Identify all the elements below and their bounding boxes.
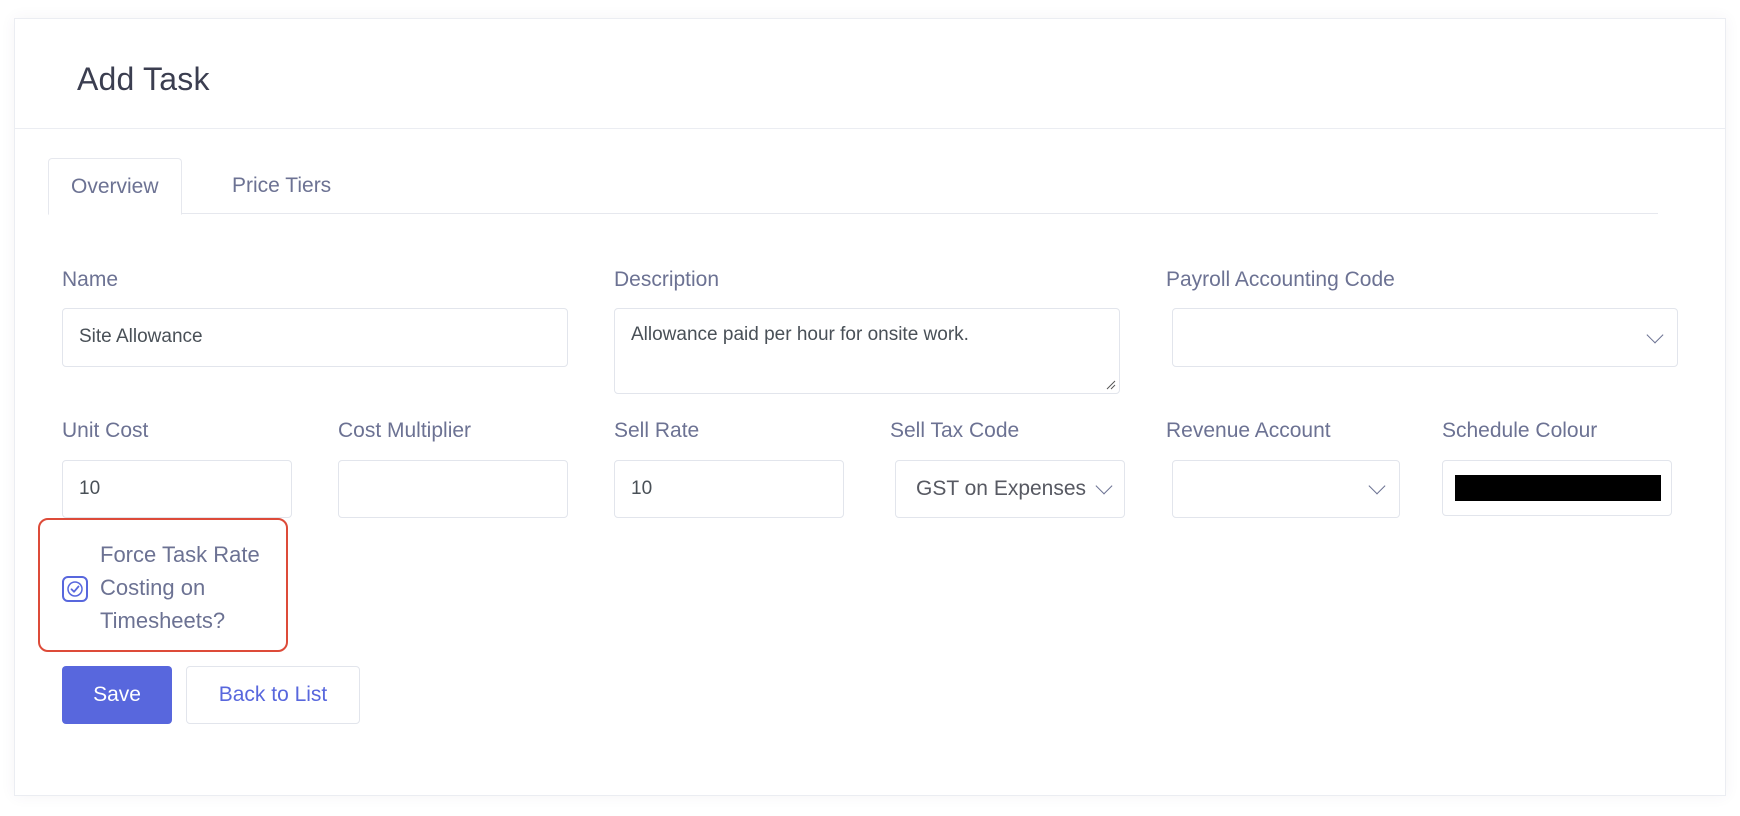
unit-cost-input[interactable]: 10 [62, 460, 292, 518]
description-label: Description [614, 268, 720, 291]
sell-tax-code-value: GST on Expenses [916, 477, 1087, 500]
colour-swatch [1455, 475, 1661, 501]
sell-rate-input[interactable]: 10 [614, 460, 844, 518]
sell-tax-code-select[interactable]: GST on Expenses [895, 460, 1125, 518]
force-task-rate-label: Force Task Rate Costing on Timesheets? [100, 542, 260, 633]
cost-multiplier-input[interactable] [338, 460, 568, 518]
sell-tax-code-label: Sell Tax Code [890, 419, 1020, 442]
revenue-account-label: Revenue Account [1166, 419, 1331, 442]
name-value: Site Allowance [79, 326, 203, 347]
description-value: Allowance paid per hour for onsite work. [631, 324, 969, 345]
chevron-down-icon [1368, 477, 1386, 495]
back-to-list-button[interactable]: Back to List [186, 666, 360, 724]
unit-cost-label: Unit Cost [62, 419, 149, 442]
revenue-account-select[interactable] [1172, 460, 1400, 518]
tab-price-tiers[interactable]: Price Tiers [210, 158, 353, 215]
payroll-code-select[interactable] [1172, 308, 1678, 367]
sell-rate-value: 10 [631, 478, 653, 499]
name-input[interactable]: Site Allowance [62, 308, 568, 367]
resize-handle-icon[interactable] [1106, 380, 1116, 390]
tab-overview[interactable]: Overview [48, 158, 182, 215]
checkmark-icon [67, 581, 83, 597]
sell-rate-label: Sell Rate [614, 419, 700, 442]
schedule-colour-label: Schedule Colour [1442, 419, 1598, 442]
card-header: Add Task [15, 19, 1725, 129]
chevron-down-icon [1095, 477, 1113, 495]
force-task-rate-checkbox[interactable] [62, 576, 88, 602]
save-button[interactable]: Save [62, 666, 172, 724]
schedule-colour-picker[interactable] [1442, 460, 1672, 516]
name-label: Name [62, 268, 119, 291]
payroll-code-label: Payroll Accounting Code [1166, 268, 1395, 291]
chevron-down-icon [1646, 326, 1664, 343]
page-title: Add Task [77, 61, 210, 97]
tab-bar: Overview Price Tiers [48, 158, 1658, 215]
unit-cost-value: 10 [79, 478, 101, 499]
cost-multiplier-label: Cost Multiplier [338, 419, 472, 442]
description-textarea[interactable]: Allowance paid per hour for onsite work. [614, 308, 1120, 394]
